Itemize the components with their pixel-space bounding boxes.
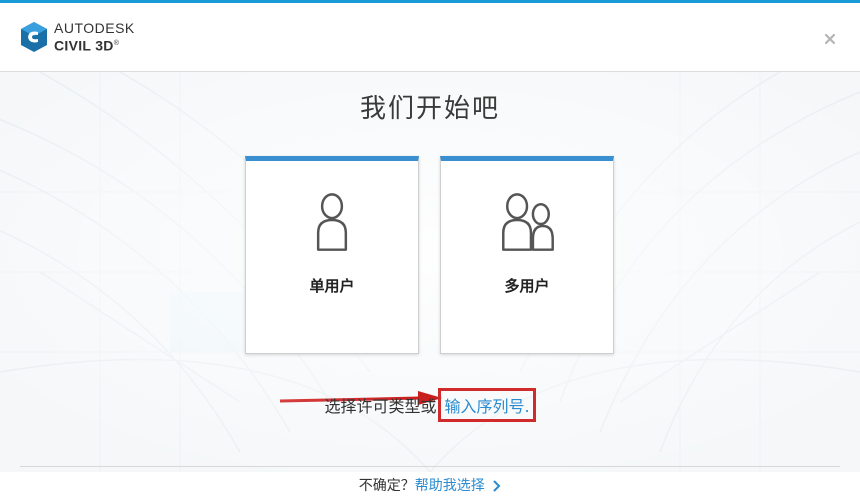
close-icon[interactable] xyxy=(824,33,836,45)
enter-serial-link[interactable]: 输入序列号. xyxy=(438,388,536,422)
multi-user-card[interactable]: 多用户 xyxy=(440,156,614,354)
multi-user-icon xyxy=(502,193,554,251)
footer-divider xyxy=(20,466,840,467)
single-user-label: 单用户 xyxy=(309,277,355,295)
help-me-choose-link[interactable]: 帮助我选择 xyxy=(415,478,485,494)
footer: 不确定？帮助我选择 xyxy=(0,475,860,495)
single-user-card[interactable]: 单用户 xyxy=(245,156,419,354)
civil3d-logo-icon xyxy=(21,21,47,52)
page-title: 我们开始吧 xyxy=(359,94,500,124)
single-user-icon xyxy=(316,193,348,251)
product-name: CIVIL 3D® xyxy=(54,37,120,54)
autodesk-logo: AUTODESK CIVIL 3D® xyxy=(20,20,135,54)
not-sure-text: 不确定？ xyxy=(358,478,415,494)
multi-user-label: 多用户 xyxy=(504,277,550,295)
window-header: AUTODESK CIVIL 3D® xyxy=(0,3,860,72)
brand-name: AUTODESK xyxy=(54,20,135,36)
license-type-prompt: 选择许可类型或 输入序列号. xyxy=(0,388,860,422)
license-prompt-text: 选择许可类型或 xyxy=(324,397,437,416)
chevron-right-icon[interactable] xyxy=(493,480,501,492)
